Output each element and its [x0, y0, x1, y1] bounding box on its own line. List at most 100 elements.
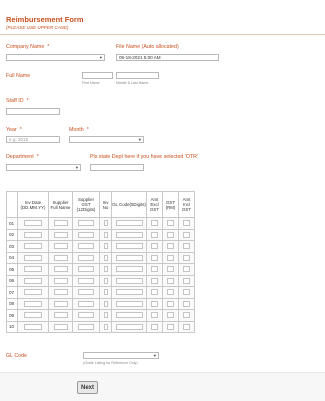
supplier-gst-input[interactable] [78, 312, 94, 319]
supplier-name-input[interactable] [53, 300, 68, 307]
inv-no-input[interactable] [103, 300, 108, 307]
inv-date-input[interactable] [24, 300, 42, 307]
amt-excl-input[interactable] [151, 254, 158, 261]
gst-input[interactable] [167, 277, 174, 284]
inv-no-input[interactable] [103, 254, 108, 261]
amt-incl-input[interactable] [183, 254, 190, 261]
supplier-gst-input[interactable] [78, 220, 94, 227]
gl-code-input[interactable] [115, 300, 143, 307]
supplier-name-input[interactable] [53, 243, 68, 250]
staff-id-input[interactable] [6, 108, 60, 115]
next-button[interactable]: Next [77, 381, 98, 394]
supplier-gst-input[interactable] [78, 277, 94, 284]
supplier-gst-input[interactable] [78, 300, 94, 307]
cell-amt-excl [146, 217, 163, 230]
supplier-gst-input[interactable] [78, 289, 94, 296]
inv-date-input[interactable] [24, 254, 42, 261]
department-select[interactable]: ▾ [6, 164, 81, 171]
inv-no-input[interactable] [103, 323, 108, 330]
file-name-field[interactable]: 05-18-2021 5:00 AM [116, 54, 219, 61]
supplier-gst-input[interactable] [78, 254, 94, 261]
last-name-input[interactable] [116, 72, 159, 79]
amt-incl-input[interactable] [183, 312, 190, 319]
amt-excl-input[interactable] [151, 323, 158, 330]
amt-excl-input[interactable] [151, 220, 158, 227]
cell-supplier-name [48, 228, 73, 241]
other-dept-input[interactable] [90, 164, 144, 171]
gst-input[interactable] [167, 289, 174, 296]
inv-no-input[interactable] [103, 289, 108, 296]
amt-incl-input[interactable] [183, 266, 190, 273]
company-name-select[interactable]: ▾ [6, 54, 105, 61]
cell-amt-excl [146, 286, 163, 299]
amt-excl-input[interactable] [151, 243, 158, 250]
gl-code-input[interactable] [115, 220, 143, 227]
inv-no-input[interactable] [103, 312, 108, 319]
amt-incl-input[interactable] [183, 220, 190, 227]
gl-code-select[interactable]: ▾ [83, 352, 159, 359]
gst-input[interactable] [167, 254, 174, 261]
gl-code-input[interactable] [115, 243, 143, 250]
amt-excl-input[interactable] [151, 266, 158, 273]
gst-input[interactable] [167, 312, 174, 319]
amt-incl-input[interactable] [183, 231, 190, 238]
gl-code-input[interactable] [115, 277, 143, 284]
gl-code-input[interactable] [115, 323, 143, 330]
supplier-gst-input[interactable] [78, 266, 94, 273]
gst-input[interactable] [167, 266, 174, 273]
month-select[interactable]: ▾ [69, 136, 144, 143]
gst-input[interactable] [167, 220, 174, 227]
amt-excl-input[interactable] [151, 312, 158, 319]
cell-supplier-gst [72, 217, 100, 230]
cell-inv-date [17, 228, 49, 241]
amt-excl-input[interactable] [151, 277, 158, 284]
gst-input[interactable] [167, 231, 174, 238]
inv-date-input[interactable] [24, 220, 42, 227]
year-input[interactable]: e.g. 2015 [6, 136, 60, 143]
inv-date-input[interactable] [24, 289, 42, 296]
inv-date-input[interactable] [24, 231, 42, 238]
supplier-name-input[interactable] [53, 254, 68, 261]
supplier-name-input[interactable] [53, 220, 68, 227]
amt-incl-input[interactable] [183, 243, 190, 250]
supplier-gst-input[interactable] [78, 243, 94, 250]
cell-amt-excl [146, 297, 163, 310]
inv-date-input[interactable] [24, 312, 42, 319]
supplier-name-input[interactable] [53, 312, 68, 319]
gl-code-input[interactable] [115, 254, 143, 261]
supplier-name-input[interactable] [53, 266, 68, 273]
gl-code-input[interactable] [115, 312, 143, 319]
supplier-name-input[interactable] [53, 277, 68, 284]
gl-code-input[interactable] [115, 266, 143, 273]
gl-code-input[interactable] [115, 231, 143, 238]
inv-no-input[interactable] [103, 220, 108, 227]
chevron-down-icon: ▾ [99, 55, 102, 60]
inv-no-input[interactable] [103, 243, 108, 250]
supplier-name-input[interactable] [53, 289, 68, 296]
cell-supplier-name [48, 251, 73, 264]
amt-incl-input[interactable] [183, 289, 190, 296]
inv-no-input[interactable] [103, 277, 108, 284]
inv-date-input[interactable] [24, 277, 42, 284]
cell-amt-incl [178, 228, 195, 241]
supplier-name-input[interactable] [53, 323, 68, 330]
inv-no-input[interactable] [103, 266, 108, 273]
inv-date-input[interactable] [24, 243, 42, 250]
first-name-input[interactable] [82, 72, 113, 79]
supplier-gst-input[interactable] [78, 323, 94, 330]
supplier-name-input[interactable] [53, 231, 68, 238]
inv-date-input[interactable] [24, 266, 42, 273]
gl-code-input[interactable] [115, 289, 143, 296]
amt-incl-input[interactable] [183, 323, 190, 330]
amt-excl-input[interactable] [151, 289, 158, 296]
amt-excl-input[interactable] [151, 231, 158, 238]
amt-incl-input[interactable] [183, 300, 190, 307]
supplier-gst-input[interactable] [78, 231, 94, 238]
gst-input[interactable] [167, 323, 174, 330]
gst-input[interactable] [167, 300, 174, 307]
inv-date-input[interactable] [24, 323, 42, 330]
amt-incl-input[interactable] [183, 277, 190, 284]
amt-excl-input[interactable] [151, 300, 158, 307]
gst-input[interactable] [167, 243, 174, 250]
inv-no-input[interactable] [103, 231, 108, 238]
